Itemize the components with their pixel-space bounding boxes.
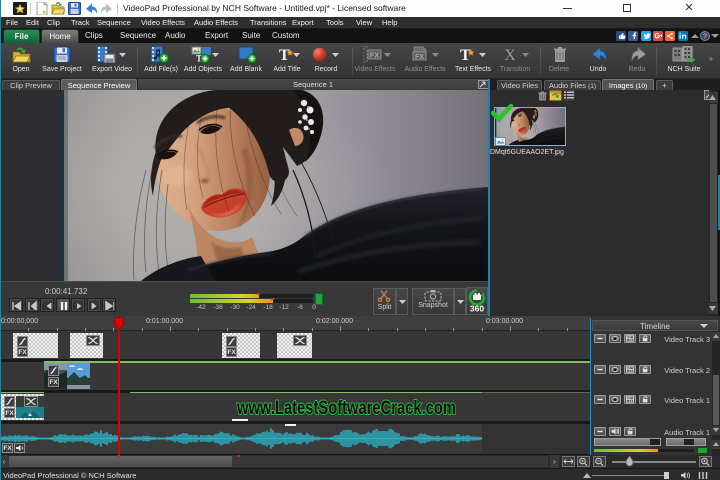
svg-text:FX: FX <box>415 54 424 61</box>
svg-text:X: X <box>504 47 516 63</box>
svg-text:FX: FX <box>370 51 380 60</box>
svg-text:360: 360 <box>470 304 484 314</box>
svg-text:www.LatestSoftwareCrack.com: www.LatestSoftwareCrack.com <box>236 397 456 419</box>
svg-text:?: ? <box>703 34 707 41</box>
